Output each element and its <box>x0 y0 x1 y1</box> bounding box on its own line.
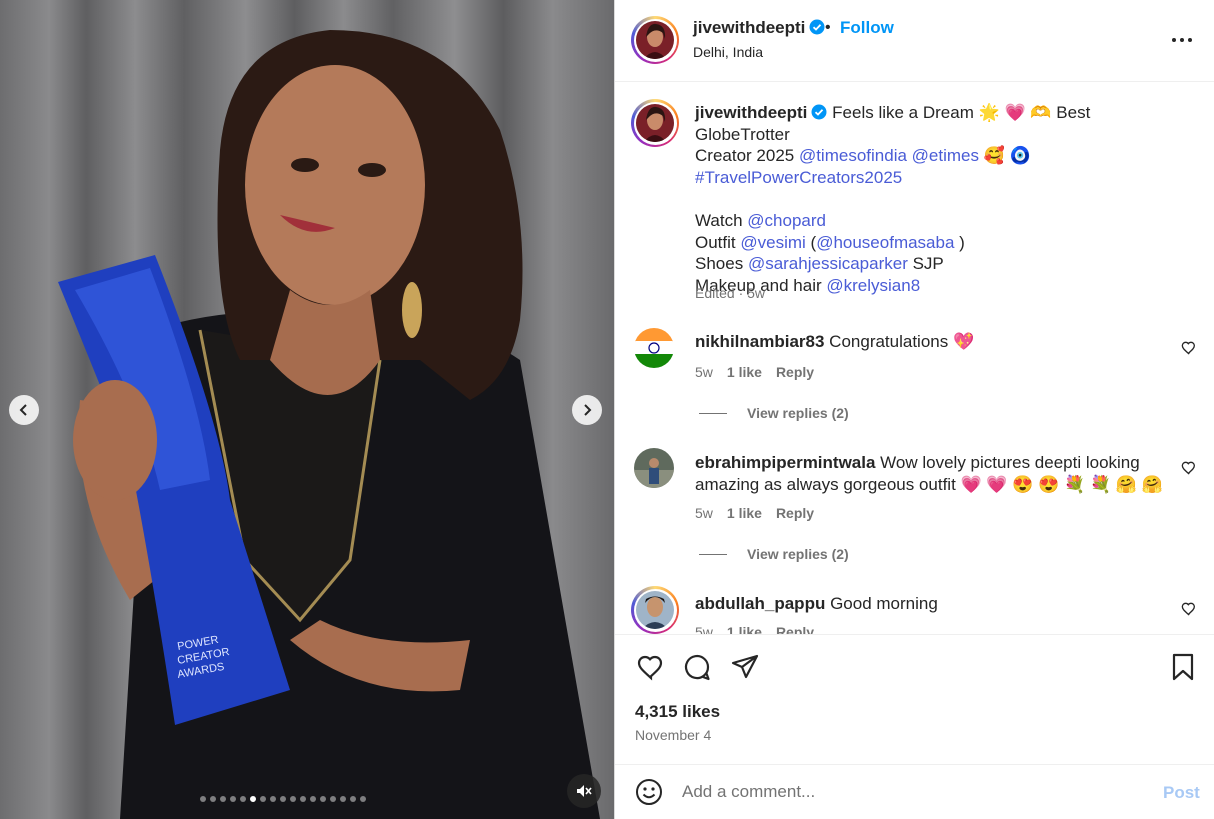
chevron-left-icon <box>19 404 27 416</box>
post-header: jivewithdeepti • Follow Delhi, India <box>615 0 1214 82</box>
chevron-right-icon <box>584 404 592 416</box>
mention-houseofmasaba[interactable]: @houseofmasaba <box>816 233 954 252</box>
mention-vesimi[interactable]: @vesimi <box>740 233 805 252</box>
carousel-dot <box>250 796 256 802</box>
reply-button[interactable]: Reply <box>776 364 814 380</box>
like-comment-heart-icon[interactable] <box>1181 460 1197 476</box>
author-avatar[interactable] <box>631 16 679 64</box>
comment-text: Congratulations 💖 <box>829 332 975 351</box>
comment-like-count[interactable]: 1 like <box>727 364 762 380</box>
comment-username[interactable]: nikhilnambiar83 <box>695 332 824 351</box>
header-separator: • <box>825 19 831 36</box>
likes-count[interactable]: 4,315 likes <box>635 702 720 722</box>
comment-username[interactable]: ebrahimpipermintwala <box>695 453 875 472</box>
author-username[interactable]: jivewithdeepti <box>693 18 825 38</box>
carousel-dot <box>350 796 356 802</box>
carousel-dot <box>240 796 246 802</box>
mention-timesofindia[interactable]: @timesofindia <box>799 146 907 165</box>
commenter-avatar[interactable] <box>631 586 679 634</box>
verified-badge-icon <box>809 19 825 35</box>
next-slide-button[interactable] <box>572 395 602 425</box>
comment-meta: 5w 1 like Reply <box>695 364 815 380</box>
like-comment-heart-icon[interactable] <box>1181 340 1197 356</box>
previous-slide-button[interactable] <box>9 395 39 425</box>
post-side-panel: jivewithdeepti • Follow Delhi, India jiv… <box>615 0 1214 819</box>
carousel-dot <box>330 796 336 802</box>
comment-item: abdullah_pappu Good morning <box>695 593 1185 615</box>
carousel-dot <box>200 796 206 802</box>
post-photo: POWER CREATOR AWARDS <box>58 30 600 819</box>
post-caption: jivewithdeepti Feels like a Dream 🌟 💗 🫶 … <box>695 103 1091 295</box>
comment-meta: 5w 1 like Reply <box>695 624 814 634</box>
reply-button[interactable]: Reply <box>776 505 814 521</box>
comment-like-count[interactable]: 1 like <box>727 624 762 634</box>
mention-etimes[interactable]: @etimes <box>912 146 979 165</box>
carousel-dot <box>360 796 366 802</box>
comment-text: Good morning <box>830 594 938 613</box>
post-actions: 4,315 likes November 4 <box>615 634 1214 764</box>
comment-input[interactable] <box>682 779 1142 805</box>
view-replies-button[interactable]: View replies (2) <box>699 405 849 421</box>
view-replies-button[interactable]: View replies (2) <box>699 546 849 562</box>
commenter-avatar[interactable] <box>634 448 674 488</box>
carousel-dot <box>290 796 296 802</box>
caption-edited-time: Edited · 5w <box>695 285 766 301</box>
add-comment-bar: Post <box>615 764 1214 819</box>
reply-button[interactable]: Reply <box>776 624 814 634</box>
comment-bubble-icon[interactable] <box>682 652 712 682</box>
mute-toggle-button[interactable] <box>567 774 601 808</box>
commenter-avatar[interactable] <box>634 328 674 368</box>
hashtag-link[interactable]: #TravelPowerCreators2025 <box>695 168 902 187</box>
mention-chopard[interactable]: @chopard <box>747 211 826 230</box>
save-bookmark-icon[interactable] <box>1168 652 1198 682</box>
carousel-dot <box>300 796 306 802</box>
carousel-dot <box>340 796 346 802</box>
caption-emoji: 🥰 🧿 <box>983 146 1031 166</box>
carousel-dots <box>200 796 366 802</box>
comment-like-count[interactable]: 1 like <box>727 505 762 521</box>
verified-badge-icon <box>811 104 827 120</box>
carousel-dot <box>270 796 276 802</box>
caption-avatar[interactable] <box>631 99 679 147</box>
follow-button[interactable]: Follow <box>840 18 894 38</box>
comment-meta: 5w 1 like Reply <box>695 505 815 521</box>
caption-username[interactable]: jivewithdeepti <box>695 103 807 122</box>
carousel-dot <box>310 796 316 802</box>
carousel-dot <box>260 796 266 802</box>
post-comment-button[interactable]: Post <box>1163 783 1200 803</box>
share-send-icon[interactable] <box>730 652 760 682</box>
comment-item: ebrahimpipermintwala Wow lovely pictures… <box>695 452 1185 495</box>
replies-line <box>699 553 727 555</box>
mention-krelysian8[interactable]: @krelysian8 <box>826 276 920 295</box>
post-date: November 4 <box>635 727 712 743</box>
carousel-dot <box>280 796 286 802</box>
like-heart-icon[interactable] <box>635 652 665 682</box>
more-options-icon[interactable] <box>1170 30 1194 50</box>
emoji-picker-icon[interactable] <box>635 778 663 806</box>
speaker-muted-icon <box>577 785 592 797</box>
carousel-dot <box>320 796 326 802</box>
carousel-dot <box>210 796 216 802</box>
mention-sarahjessicaparker[interactable]: @sarahjessicaparker <box>748 254 908 273</box>
caption-emoji: 🌟 💗 🫶 <box>978 103 1052 122</box>
comment-username[interactable]: abdullah_pappu <box>695 594 825 613</box>
comment-item: nikhilnambiar83 Congratulations 💖 <box>695 331 1185 353</box>
post-location[interactable]: Delhi, India <box>693 44 763 60</box>
carousel-dot <box>230 796 236 802</box>
carousel-dot <box>220 796 226 802</box>
like-comment-heart-icon[interactable] <box>1181 601 1197 617</box>
comments-section[interactable]: jivewithdeepti Feels like a Dream 🌟 💗 🫶 … <box>615 83 1214 634</box>
post-media[interactable]: POWER CREATOR AWARDS <box>0 0 614 819</box>
replies-line <box>699 412 727 414</box>
